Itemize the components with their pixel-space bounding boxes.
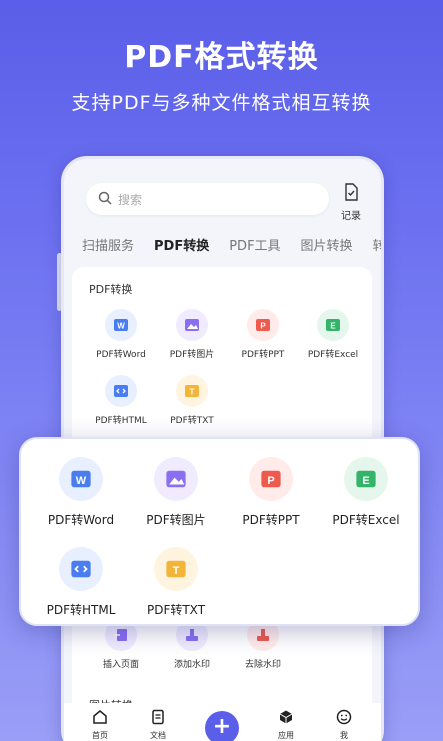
popup-pdf-to-word-button[interactable]: W PDF转Word (31, 457, 131, 528)
nav-documents[interactable]: 文档 (138, 709, 178, 741)
home-icon (92, 710, 108, 729)
popup-pdf-to-ppt-button[interactable]: P PDF转PPT (221, 457, 321, 528)
svg-text:W: W (76, 475, 87, 487)
html-icon (105, 375, 137, 407)
pdf-to-txt-label: PDF转TXT (170, 416, 214, 426)
popup-pdf-to-ppt-label: PDF转PPT (242, 513, 300, 527)
hero-subtitle: 支持PDF与多种文件格式相互转换 (71, 92, 372, 114)
svg-text:E: E (330, 322, 336, 331)
add-watermark-button[interactable]: 添加水印 (157, 619, 227, 670)
word-icon: W (59, 457, 103, 501)
nav-me-label: 我 (340, 731, 348, 740)
nav-home[interactable]: 首页 (80, 709, 120, 741)
tab-truncated[interactable]: 转 (373, 235, 381, 265)
nav-me[interactable]: 我 (324, 709, 364, 741)
add-watermark-label: 添加水印 (173, 660, 210, 670)
nav-home-label: 首页 (92, 731, 108, 740)
category-tabs: 扫描服务 PDF转换 PDF工具 图片转换 转 (82, 235, 381, 275)
pdf-to-word-button[interactable]: W PDF转Word (86, 309, 156, 360)
pdf-to-image-button[interactable]: PDF转图片 (157, 309, 227, 360)
pdf-to-ppt-button[interactable]: P PDF转PPT (228, 309, 298, 360)
plus-icon: + (212, 714, 232, 739)
txt-icon: T (154, 547, 198, 591)
pdf-to-excel-label: PDF转Excel (307, 350, 359, 360)
popup-pdf-to-html-label: PDF转HTML (46, 603, 116, 617)
ppt-icon: P (247, 309, 279, 341)
tab-scan-service[interactable]: 扫描服务 (82, 235, 134, 265)
popup-pdf-to-excel-button[interactable]: E PDF转Excel (316, 457, 416, 528)
record-icon (343, 183, 359, 205)
remove-watermark-button[interactable]: 去除水印 (228, 619, 298, 670)
tab-pdf-tools[interactable]: PDF工具 (229, 235, 280, 265)
tab-image-convert[interactable]: 图片转换 (301, 235, 353, 265)
svg-text:E: E (362, 475, 369, 487)
smiley-icon (336, 709, 352, 729)
conversion-popup: W PDF转Word PDF转图片 P PDF转PPT E PDF转Excel … (19, 437, 420, 626)
html-icon (59, 547, 103, 591)
popup-pdf-to-word-label: PDF转Word (47, 513, 115, 527)
insert-page-label: 插入页面 (102, 660, 139, 670)
svg-text:W: W (117, 322, 125, 331)
image-icon (154, 457, 198, 501)
search-bar[interactable]: 搜索 (86, 183, 329, 215)
record-label: 记录 (341, 211, 361, 222)
image-icon (176, 309, 208, 341)
add-button[interactable]: + (205, 711, 239, 741)
svg-text:P: P (260, 322, 266, 331)
bottom-nav: 首页 文档 + 应用 我 (64, 703, 381, 741)
record-button[interactable]: 记录 (336, 183, 366, 222)
cube-icon (278, 710, 294, 729)
search-placeholder: 搜索 (118, 192, 143, 207)
nav-apps[interactable]: 应用 (266, 709, 306, 741)
popup-pdf-to-txt-label: PDF转TXT (146, 603, 206, 617)
search-icon (98, 190, 112, 209)
svg-text:P: P (267, 475, 274, 487)
pdf-to-image-label: PDF转图片 (169, 350, 215, 360)
section-title-pdf: PDF转换 (89, 283, 133, 296)
excel-icon: E (344, 457, 388, 501)
hero-title: PDF格式转换 (124, 40, 319, 75)
popup-pdf-to-txt-button[interactable]: T PDF转TXT (126, 547, 226, 618)
nav-apps-label: 应用 (278, 731, 294, 740)
remove-watermark-label: 去除水印 (244, 660, 281, 670)
svg-text:T: T (173, 565, 180, 577)
insert-page-button[interactable]: 插入页面 (86, 619, 156, 670)
ppt-icon: P (249, 457, 293, 501)
popup-pdf-to-html-button[interactable]: PDF转HTML (31, 547, 131, 618)
pdf-to-txt-button[interactable]: T PDF转TXT (157, 375, 227, 426)
excel-icon: E (317, 309, 349, 341)
word-icon: W (105, 309, 137, 341)
pdf-to-ppt-label: PDF转PPT (241, 350, 285, 360)
pdf-to-word-label: PDF转Word (96, 350, 146, 360)
svg-text:T: T (190, 388, 195, 397)
popup-pdf-to-image-label: PDF转图片 (146, 513, 206, 527)
popup-pdf-to-excel-label: PDF转Excel (332, 513, 400, 527)
tab-pdf-convert[interactable]: PDF转换 (154, 235, 209, 275)
nav-documents-label: 文档 (150, 731, 166, 740)
pdf-to-html-label: PDF转HTML (95, 416, 147, 426)
pdf-to-html-button[interactable]: PDF转HTML (86, 375, 156, 426)
pdf-to-excel-button[interactable]: E PDF转Excel (298, 309, 368, 360)
popup-pdf-to-image-button[interactable]: PDF转图片 (126, 457, 226, 528)
txt-icon: T (176, 375, 208, 407)
document-icon (150, 709, 166, 729)
